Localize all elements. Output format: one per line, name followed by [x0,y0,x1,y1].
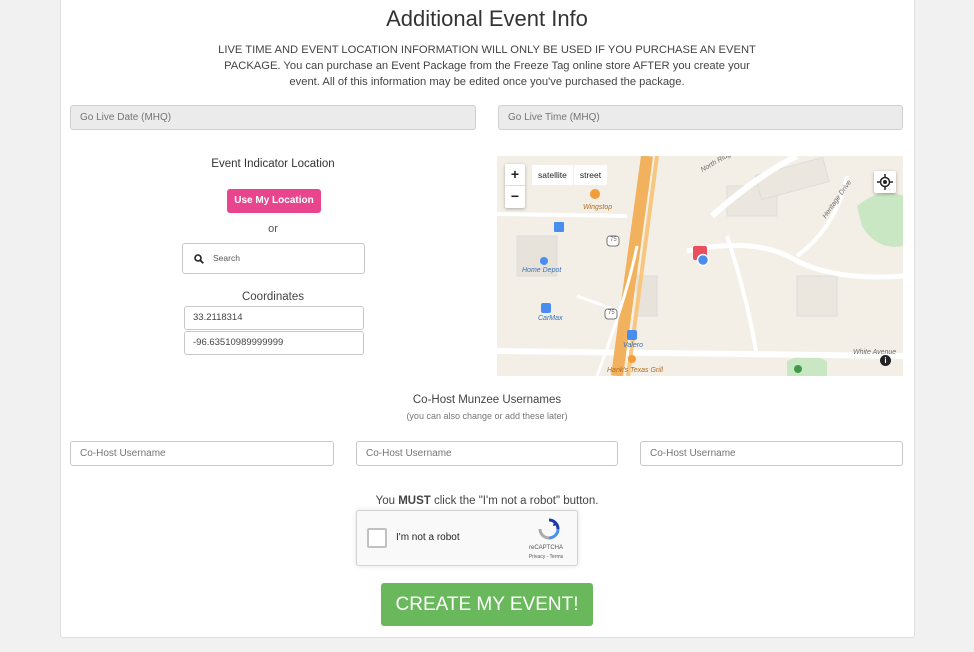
cohost-title: Co-Host Munzee Usernames [412,394,562,406]
map-label-home-depot: Home Depot [522,267,562,274]
purchase-notice: LIVE TIME AND EVENT LOCATION INFORMATION… [218,44,756,88]
recaptcha-terms[interactable]: Privacy - Terms [521,554,571,560]
longitude-input[interactable]: -96.63510989999999 [184,331,364,355]
cohost-username-input-3[interactable] [640,441,903,466]
coordinates-label: Coordinates [241,291,304,303]
robot-instruction: You MUST click the "I'm not a robot" but… [300,495,674,507]
robot-instruction-must: MUST [398,495,431,507]
map-label-white-avenue: White Avenue [853,349,897,356]
go-live-time-input[interactable] [498,105,903,130]
cohost-username-input-1[interactable] [70,441,334,466]
cohost-username-input-2[interactable] [356,441,618,466]
recaptcha-checkbox[interactable] [367,528,387,548]
satellite-toggle[interactable]: satellite [532,165,574,185]
map-label-hwy-75-lower: 75 [608,310,615,316]
map-zoom-control: + − [505,164,525,208]
event-indicator-location-label: Event Indicator Location [211,158,335,170]
robot-instruction-suffix: click the "I'm not a robot" button. [430,495,599,507]
location-search-box[interactable]: Search [182,243,365,274]
recaptcha-widget: I'm not a robot reCAPTCHA Privacy - Term… [356,510,578,566]
latitude-input[interactable]: 33.2118314 [184,306,364,330]
map-info-icon[interactable]: i [880,355,891,366]
map-label-hanks: Hank's Texas Grill [607,367,663,374]
map-label-valero: Valero [623,342,643,349]
locate-me-button[interactable] [874,171,896,193]
location-map[interactable]: North Ridge Heritage Drive Wingstop Home… [497,156,903,376]
go-live-date-input[interactable] [70,105,476,130]
recaptcha-label: I'm not a robot [396,532,460,543]
recaptcha-brand: reCAPTCHA [528,545,563,551]
create-event-button[interactable]: CREATE MY EVENT! [381,583,593,626]
page-title: Additional Event Info [386,6,588,31]
map-label-hwy-75-upper: 75 [610,237,617,243]
robot-instruction-prefix: You [375,495,399,507]
zoom-in-button[interactable]: + [505,164,525,186]
search-icon [194,254,204,264]
map-label-wingstop: Wingstop [583,204,613,211]
search-placeholder: Search [213,253,240,263]
recaptcha-logo-icon [538,518,560,540]
crosshair-icon [877,174,893,190]
cohost-subtitle: (you can also change or add these later) [406,411,568,421]
use-my-location-button[interactable]: Use My Location [227,189,321,213]
or-label: or [268,223,278,235]
zoom-out-button[interactable]: − [505,186,525,208]
map-type-switch: satellite street [532,165,608,185]
map-label-carmax: CarMax [538,315,563,322]
street-toggle[interactable]: street [573,165,608,185]
